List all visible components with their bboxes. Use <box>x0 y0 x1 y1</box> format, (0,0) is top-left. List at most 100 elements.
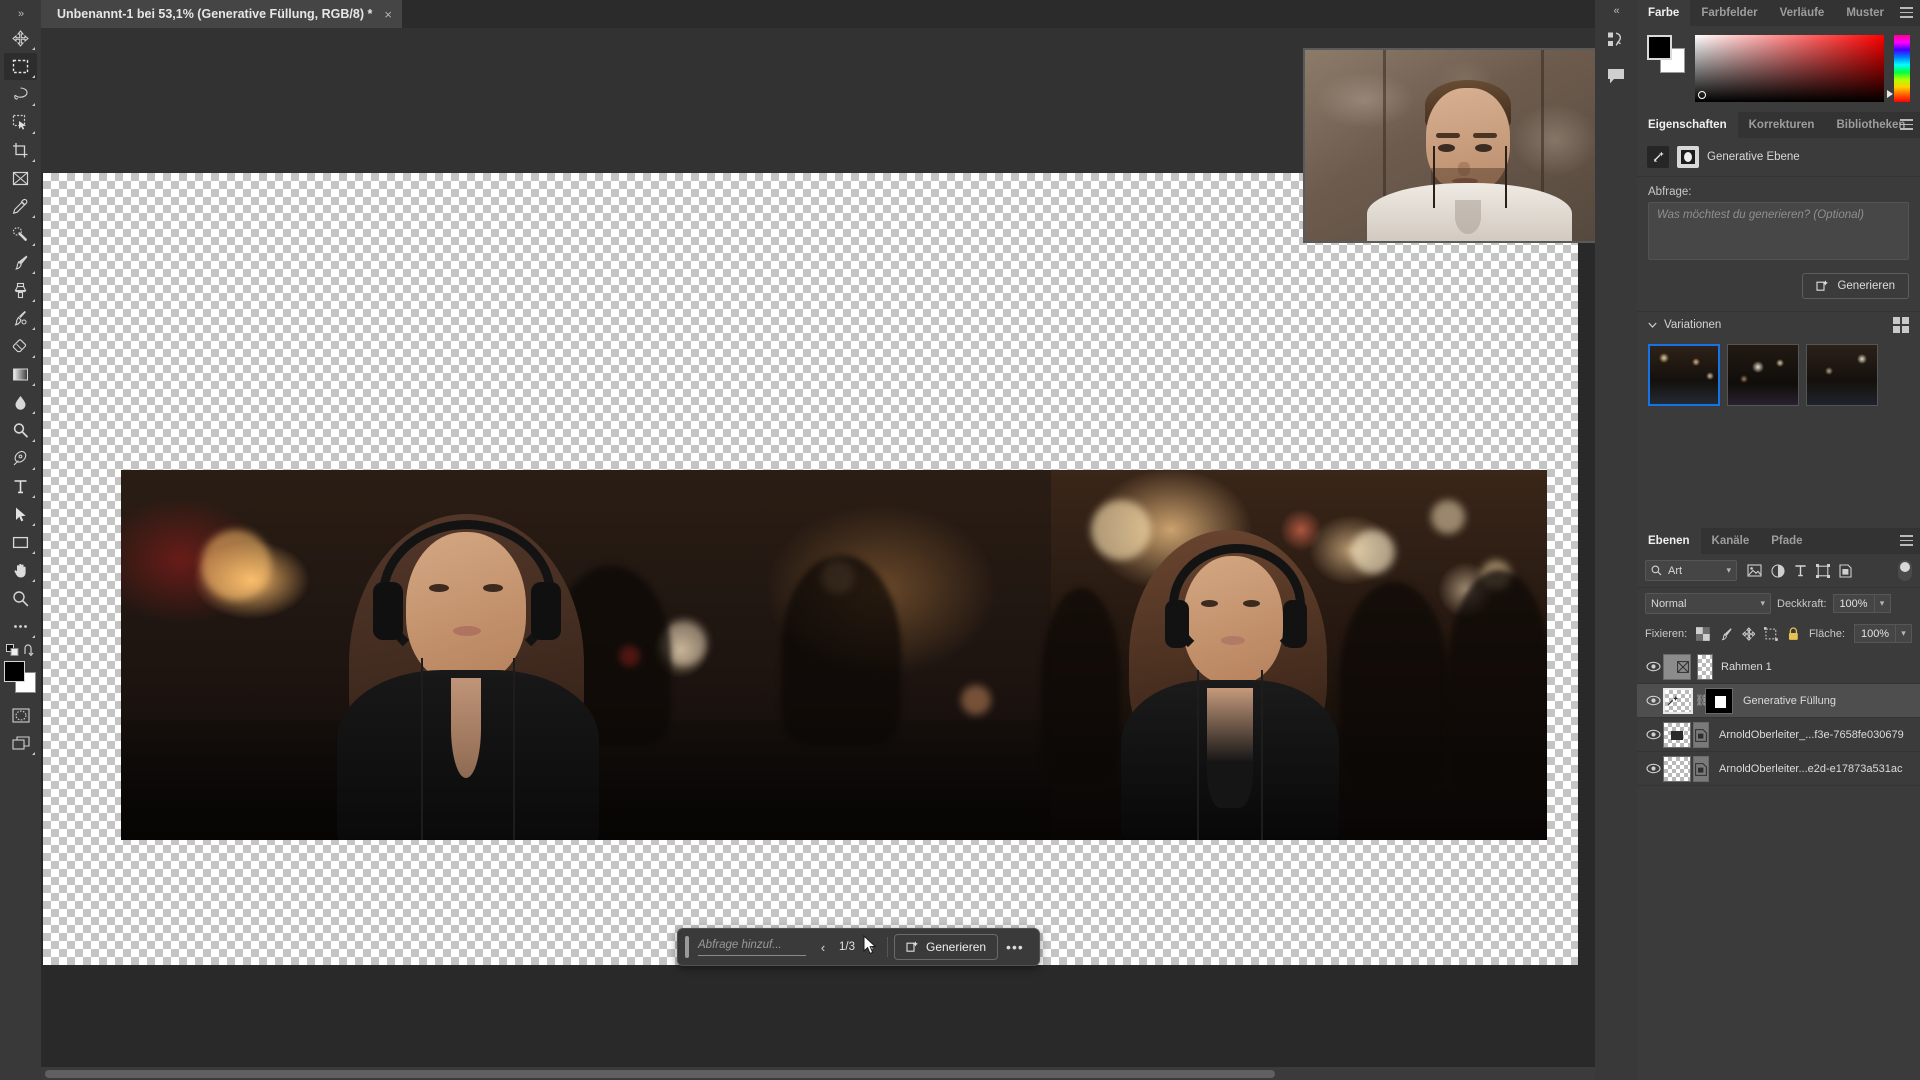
document-tab[interactable]: Unbenannt-1 bei 53,1% (Generative Füllun… <box>41 0 402 28</box>
foreground-color-swatch[interactable] <box>4 661 25 682</box>
history-brush-tool[interactable] <box>4 305 37 332</box>
filter-adjustment-layers-icon[interactable] <box>1771 563 1785 578</box>
properties-panel-menu-icon[interactable] <box>1900 119 1913 130</box>
toolbar-collapse-button[interactable]: » <box>0 3 41 25</box>
layer-mask-thumbnail[interactable] <box>1697 653 1713 680</box>
taskbar-drag-handle[interactable] <box>685 936 689 958</box>
quick-mask-button[interactable] <box>4 702 37 729</box>
layer-mask-thumbnail[interactable] <box>1705 687 1733 714</box>
layer-filter-type-select[interactable]: Art ▾ <box>1645 560 1737 581</box>
lasso-tool[interactable] <box>4 81 37 108</box>
variations-section-header[interactable]: Variationen <box>1637 311 1920 338</box>
blend-mode-select[interactable]: Normal ▾ <box>1645 593 1771 614</box>
crop-tool[interactable] <box>4 137 37 164</box>
frame-tool[interactable] <box>4 165 37 192</box>
filter-pixel-layers-icon[interactable] <box>1747 564 1762 577</box>
eyedropper-tool[interactable] <box>4 193 37 220</box>
zoom-tool[interactable] <box>4 585 37 612</box>
horizontal-scroll-thumb[interactable] <box>45 1070 1275 1078</box>
color-panel-menu-icon[interactable] <box>1900 7 1913 18</box>
layer-link-icon[interactable]: ⛓ <box>1695 694 1709 707</box>
color-picker-field[interactable] <box>1695 35 1884 102</box>
clone-stamp-tool[interactable] <box>4 277 37 304</box>
rectangle-tool[interactable] <box>4 529 37 556</box>
filter-shape-layers-icon[interactable] <box>1816 563 1830 578</box>
taskbar-more-button[interactable]: ••• <box>998 939 1032 955</box>
tab-korrekturen[interactable]: Korrekturen <box>1738 112 1826 138</box>
layer-thumbnail[interactable] <box>1663 653 1691 680</box>
table-row[interactable]: ⛓ Generative Füllung <box>1637 684 1920 718</box>
layer-visibility-toggle[interactable] <box>1643 695 1663 706</box>
dodge-tool[interactable] <box>4 417 37 444</box>
properties-generate-button[interactable]: Generieren <box>1802 273 1909 299</box>
opacity-value[interactable]: 100% <box>1832 594 1875 613</box>
variation-thumbnail-3[interactable] <box>1806 344 1878 406</box>
layer-filter-toggle[interactable] <box>1898 560 1912 581</box>
quick-selection-tool[interactable] <box>4 109 37 136</box>
filter-type-layers-icon[interactable] <box>1794 564 1807 577</box>
lock-transparent-pixels-icon[interactable] <box>1696 626 1710 641</box>
layer-thumbnail[interactable] <box>1663 755 1691 782</box>
brush-tool[interactable] <box>4 249 37 276</box>
dock-collapse-button[interactable]: « <box>1595 0 1637 22</box>
comments-panel-icon[interactable] <box>1595 58 1637 94</box>
canvas-horizontal-scrollbar[interactable] <box>41 1067 1624 1080</box>
variations-grid-view-icon[interactable] <box>1893 317 1909 333</box>
prompt-textarea[interactable]: Was möchtest du generieren? (Optional) <box>1648 202 1909 260</box>
lock-all-icon[interactable] <box>1787 626 1800 641</box>
pen-tool[interactable] <box>4 445 37 472</box>
taskbar-prompt-input[interactable]: Abfrage hinzuf... <box>698 939 806 956</box>
lock-image-pixels-icon[interactable] <box>1719 627 1733 641</box>
tab-farbfelder[interactable]: Farbfelder <box>1690 0 1768 26</box>
variation-thumbnail-2[interactable] <box>1727 344 1799 406</box>
layer-thumbnail[interactable] <box>1663 721 1691 748</box>
screen-mode-button[interactable] <box>4 730 37 757</box>
fill-value[interactable]: 100% <box>1854 624 1897 643</box>
layer-visibility-toggle[interactable] <box>1643 729 1663 740</box>
default-colors-row[interactable] <box>4 641 37 659</box>
previous-variation-button[interactable]: ‹ <box>813 935 833 959</box>
variation-thumbnail-1[interactable] <box>1648 344 1720 406</box>
blur-tool[interactable] <box>4 389 37 416</box>
taskbar-generate-button[interactable]: Generieren <box>894 934 999 960</box>
fill-dropdown-icon[interactable]: ▾ <box>1896 624 1913 643</box>
tab-farbe[interactable]: Farbe <box>1637 0 1691 26</box>
tab-verlaeufe[interactable]: Verläufe <box>1769 0 1836 26</box>
type-tool[interactable] <box>4 473 37 500</box>
lock-position-icon[interactable] <box>1741 626 1756 641</box>
hue-slider[interactable] <box>1887 35 1910 102</box>
layer-thumbnail[interactable] <box>1663 687 1693 714</box>
color-panel-foreground-swatch[interactable] <box>1647 35 1672 60</box>
lock-nesting-icon[interactable] <box>1764 626 1779 641</box>
hand-tool[interactable] <box>4 557 37 584</box>
table-row[interactable]: ArnoldOberleiter_...f3e-7658fe030679 <box>1637 718 1920 752</box>
layers-panel-menu-icon[interactable] <box>1900 535 1913 546</box>
tab-eigenschaften[interactable]: Eigenschaften <box>1637 112 1738 138</box>
color-picker-handle[interactable] <box>1698 91 1706 99</box>
tab-kanaele[interactable]: Kanäle <box>1701 528 1761 554</box>
color-panel-tabs: Farbe Farbfelder Verläufe Muster <box>1637 0 1920 26</box>
contextual-taskbar[interactable]: Abfrage hinzuf... ‹ 1/3 › Generieren ••• <box>677 928 1040 966</box>
tab-pfade[interactable]: Pfade <box>1760 528 1813 554</box>
color-swatches[interactable] <box>4 661 37 694</box>
table-row[interactable]: Rahmen 1 <box>1637 650 1920 684</box>
history-panel-icon[interactable] <box>1595 22 1637 58</box>
opacity-dropdown-icon[interactable]: ▾ <box>1874 594 1891 613</box>
path-selection-tool[interactable] <box>4 501 37 528</box>
canvas-area[interactable]: Abfrage hinzuf... ‹ 1/3 › Generieren ••• <box>41 28 1637 1080</box>
eraser-tool[interactable] <box>4 333 37 360</box>
gradient-tool[interactable] <box>4 361 37 388</box>
layer-visibility-toggle[interactable] <box>1643 763 1663 774</box>
filter-smart-objects-icon[interactable] <box>1839 563 1852 578</box>
tab-ebenen[interactable]: Ebenen <box>1637 528 1701 554</box>
more-tools-button[interactable] <box>4 613 37 640</box>
close-icon[interactable]: × <box>384 7 392 22</box>
hue-slider-handle[interactable] <box>1887 90 1893 98</box>
move-tool[interactable] <box>4 25 37 52</box>
layer-visibility-toggle[interactable] <box>1643 661 1663 672</box>
color-panel-swatches[interactable] <box>1647 35 1685 73</box>
spot-healing-brush-tool[interactable] <box>4 221 37 248</box>
table-row[interactable]: ArnoldOberleiter...e2d-e17873a531ac <box>1637 752 1920 786</box>
tab-muster[interactable]: Muster <box>1835 0 1895 26</box>
rectangular-marquee-tool[interactable] <box>4 53 37 80</box>
